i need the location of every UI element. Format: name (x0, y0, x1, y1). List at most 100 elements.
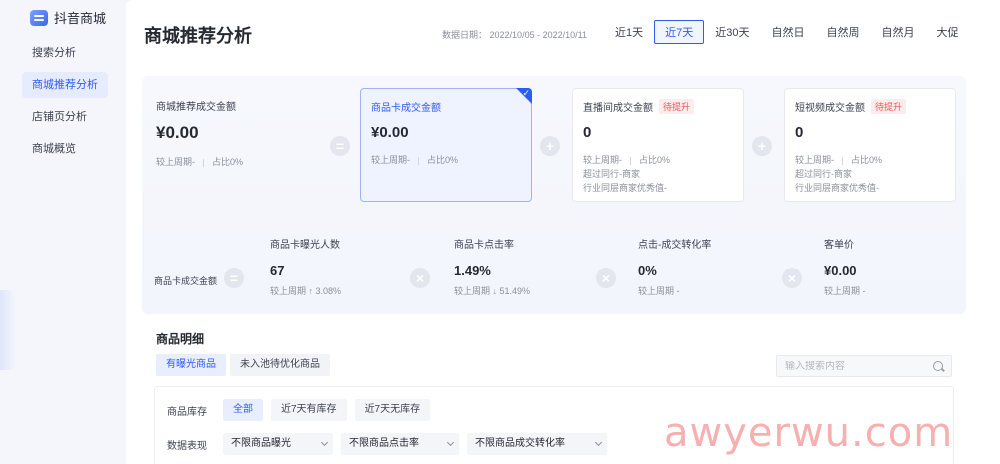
card-compare: 较上周期- (156, 157, 195, 167)
date-range-label: 数据日期： 2022/10/05 - 2022/10/11 (442, 30, 587, 40)
card-share: 占比0% (212, 157, 244, 167)
decorative-glow (0, 290, 16, 370)
store-logo-icon (30, 9, 48, 26)
tab-exposed-goods[interactable]: 有曝光商品 (156, 354, 226, 376)
card-compare: 较上周期- (371, 155, 410, 165)
tab-last-30-days[interactable]: 近30天 (704, 20, 760, 44)
equals-icon: = (224, 268, 244, 288)
card-share: 占比0% (639, 155, 671, 165)
sidebar-item-recommend-analysis[interactable]: 商城推荐分析 (22, 72, 108, 98)
main-content: 商城推荐分析 数据日期： 2022/10/05 - 2022/10/11 近1天… (126, 0, 1000, 464)
range-tabs: 近1天 近7天 近30天 自然日 自然周 自然月 大促 (604, 20, 970, 44)
sidebar: 抖音商城 搜索分析 商城推荐分析 店铺页分析 商城概览 (0, 0, 118, 464)
card-share: 占比0% (851, 155, 883, 165)
tab-last-7-days[interactable]: 近7天 (654, 20, 705, 44)
sidebar-item-shop-page-analysis[interactable]: 店铺页分析 (22, 104, 108, 130)
metric-conversion-rate: 点击-成交转化率 0% 较上周期 - (638, 236, 711, 297)
chevron-down-icon (320, 438, 329, 447)
divider (418, 156, 419, 165)
date-range-value: 2022/10/05 - 2022/10/11 (489, 30, 587, 40)
tab-promotion[interactable]: 大促 (926, 20, 970, 44)
selection-pointer (438, 206, 454, 214)
click-rate-select[interactable]: 不限商品点击率 (341, 433, 459, 455)
metric-value: ¥0.00 (824, 263, 857, 278)
metric-click-rate: 商品卡点击率 1.49% 较上周期 ↓ 51.49% (454, 236, 530, 297)
metric-title: 商品卡曝光人数 (270, 240, 340, 251)
tab-unpooled-goods[interactable]: 未入池待优化商品 (230, 354, 330, 376)
metric-exposure: 商品卡曝光人数 67 较上周期 ↑ 3.08% (270, 236, 341, 297)
tab-natural-day[interactable]: 自然日 (761, 20, 816, 44)
card-product-card-gmv[interactable]: ✓ 商品卡成交金额 ¥0.00 较上周期- 占比0% (360, 88, 532, 202)
app-logo[interactable]: 抖音商城 (30, 8, 106, 27)
watermark: awyerwu.com (664, 410, 954, 456)
card-peer-best: 行业同层商家优秀值- (795, 183, 879, 193)
card-title: 商城推荐成交金额 (156, 102, 236, 113)
card-value: 0 (795, 124, 804, 141)
search-input[interactable] (785, 360, 933, 372)
tab-natural-month[interactable]: 自然月 (871, 20, 926, 44)
app-name: 抖音商城 (54, 11, 107, 26)
times-icon: × (410, 268, 430, 288)
chevron-down-icon (594, 438, 603, 447)
card-short-video-gmv[interactable]: 短视频成交金额 待提升 0 较上周期- 占比0% 超过同行-商家 行业同层商家优秀值… (784, 88, 956, 202)
stock-filter-no-stock-7d[interactable]: 近7天无库存 (354, 399, 431, 421)
plus-icon: + (540, 136, 560, 156)
metrics-panel: 商城推荐成交金额 ¥0.00 较上周期- 占比0% = ✓ 商品卡成交金额 ¥0.… (142, 76, 966, 314)
sidebar-item-search-analysis[interactable]: 搜索分析 (22, 40, 108, 66)
tab-last-1-day[interactable]: 近1天 (604, 20, 654, 44)
card-live-gmv[interactable]: 直播间成交金额 待提升 0 较上周期- 占比0% 超过同行-商家 行业同层商家优秀值… (572, 88, 744, 202)
equals-icon: = (330, 136, 350, 156)
times-icon: × (782, 268, 802, 288)
divider (203, 158, 204, 167)
search-icon[interactable] (933, 361, 943, 371)
card-value: ¥0.00 (156, 123, 199, 142)
metric-value: 1.49% (454, 263, 491, 278)
conversion-select[interactable]: 不限商品成交转化率 (467, 433, 607, 455)
card-peer-rank: 超过同行-商家 (583, 169, 640, 179)
check-icon: ✓ (522, 88, 530, 98)
card-recommend-gmv[interactable]: 商城推荐成交金额 ¥0.00 较上周期- 占比0% (146, 88, 322, 202)
plus-icon: + (752, 136, 772, 156)
times-icon: × (596, 268, 616, 288)
goods-section-title: 商品明细 (156, 332, 205, 346)
metric-title: 客单价 (824, 240, 854, 251)
metric-value: 0% (638, 263, 657, 278)
divider (630, 156, 631, 165)
goods-tabs: 有曝光商品 未入池待优化商品 (156, 354, 330, 376)
status-badge: 待提升 (871, 99, 907, 114)
stock-filter-label: 商品库存 (167, 406, 207, 418)
metric-compare: 较上周期 ↑ 3.08% (270, 286, 342, 296)
exposure-select[interactable]: 不限商品曝光 (223, 433, 333, 455)
card-compare: 较上周期- (583, 155, 622, 165)
goods-search (776, 355, 952, 377)
stock-filter-row: 商品库存 全部 近7天有库存 近7天无库存 (167, 399, 431, 421)
card-peer-rank: 超过同行-商家 (795, 169, 852, 179)
page-title: 商城推荐分析 (144, 26, 252, 46)
card-share: 占比0% (427, 155, 459, 165)
card-title: 直播间成交金额 (583, 103, 653, 114)
stock-filter-in-stock-7d[interactable]: 近7天有库存 (271, 399, 347, 421)
metric-compare: 较上周期 ↓ 51.49% (454, 286, 531, 296)
breakdown-label: 商品卡成交金额 (154, 276, 218, 286)
card-value: ¥0.00 (371, 124, 409, 141)
status-badge: 待提升 (659, 99, 695, 114)
metric-avg-order-value: 客单价 ¥0.00 较上周期 - (824, 236, 866, 297)
metric-title: 点击-成交转化率 (638, 240, 712, 251)
metric-compare: 较上周期 - (638, 286, 680, 296)
card-value: 0 (583, 124, 592, 141)
card-peer-best: 行业同层商家优秀值- (583, 183, 667, 193)
performance-filter-row: 数据表现 不限商品曝光 不限商品点击率 不限商品成交转化率 (167, 433, 607, 455)
metric-title: 商品卡点击率 (454, 240, 514, 251)
metric-value: 67 (270, 263, 285, 278)
card-title: 短视频成交金额 (795, 103, 865, 114)
metric-compare: 较上周期 - (824, 286, 866, 296)
stock-filter-all[interactable]: 全部 (223, 399, 263, 421)
chevron-down-icon (446, 438, 455, 447)
performance-filter-label: 数据表现 (167, 440, 207, 452)
sidebar-nav: 搜索分析 商城推荐分析 店铺页分析 商城概览 (22, 40, 108, 168)
tab-natural-week[interactable]: 自然周 (816, 20, 871, 44)
sidebar-item-mall-overview[interactable]: 商城概览 (22, 136, 108, 162)
card-compare: 较上周期- (795, 155, 834, 165)
card-title: 商品卡成交金额 (371, 103, 441, 114)
divider (842, 156, 843, 165)
